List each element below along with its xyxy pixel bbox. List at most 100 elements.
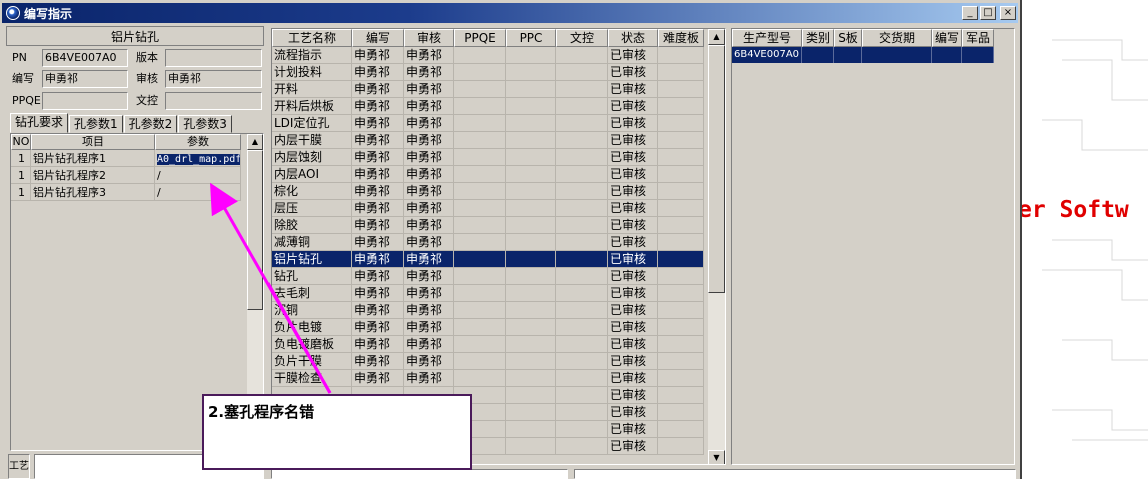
table-row[interactable]: 负片干膜 申勇祁 申勇祁 已审核 [272,353,725,370]
ppqe-field[interactable] [42,92,128,110]
cell-review: 申勇祁 [404,115,454,132]
cell-doc-control [556,47,608,64]
cell-process-name: 开料 [272,81,352,98]
tab-hole-param-2[interactable]: 孔参数2 [123,115,178,133]
table-row[interactable]: 钻孔 申勇祁 申勇祁 已审核 [272,268,725,285]
cell-ppqe [454,353,506,370]
col-military[interactable]: 军品 [962,29,994,47]
cell-process-name: 流程指示 [272,47,352,64]
col-delivery[interactable]: 交货期 [862,29,932,47]
cell-difficulty [658,115,704,132]
col-difficulty[interactable]: 难度板 [658,29,704,47]
scroll-up-button[interactable]: ▲ [247,134,263,150]
table-row[interactable]: 开料 申勇祁 申勇祁 已审核 [272,81,725,98]
scroll-up-button[interactable]: ▲ [708,29,725,45]
table-row[interactable]: 流程指示 申勇祁 申勇祁 已审核 [272,47,725,64]
table-row[interactable]: 1 铝片钻孔程序2 / [11,167,263,184]
cell-author: 申勇祁 [352,115,404,132]
cell-process-name: LDI定位孔 [272,115,352,132]
tab-hole-param-1[interactable]: 孔参数1 [69,115,123,133]
table-row[interactable]: 减薄铜 申勇祁 申勇祁 已审核 [272,234,725,251]
title-bar[interactable]: 编写指示 _ □ × [2,3,1018,23]
table-row[interactable]: 负片电镀 申勇祁 申勇祁 已审核 [272,319,725,336]
cell-doc-control [556,421,608,438]
table-row-selected[interactable]: 铝片钻孔 申勇祁 申勇祁 已审核 [272,251,725,268]
cell-difficulty [658,183,704,200]
cell-ppc [506,64,556,81]
cell-param-selected[interactable]: A0_drl_map.pdf [157,154,240,165]
version-label: 版本 [136,51,158,64]
table-row[interactable]: 内层AOI 申勇祁 申勇祁 已审核 [272,166,725,183]
table-row[interactable]: 开料后烘板 申勇祁 申勇祁 已审核 [272,98,725,115]
col-param[interactable]: 参数 [155,134,241,150]
cell-review: 申勇祁 [404,217,454,234]
doc-control-field[interactable] [165,92,262,110]
col-item[interactable]: 项目 [31,134,155,150]
table-row[interactable]: 干膜检查 申勇祁 申勇祁 已审核 [272,370,725,387]
pn-field[interactable]: 6B4VE007A0 [42,49,128,67]
col-s-board[interactable]: S板 [834,29,862,47]
col-review[interactable]: 审核 [404,29,454,47]
col-model[interactable]: 生产型号 [732,29,802,47]
scroll-thumb[interactable] [247,150,263,310]
col-no[interactable]: NO [11,134,31,150]
cell-param[interactable]: / [155,167,241,184]
table-row[interactable]: 除胶 申勇祁 申勇祁 已审核 [272,217,725,234]
tab-drill-requirements[interactable]: 钻孔要求 [10,113,69,133]
table-row[interactable]: LDI定位孔 申勇祁 申勇祁 已审核 [272,115,725,132]
cell-ppqe [454,132,506,149]
process-grid-scrollbar[interactable]: ▲ ▼ [708,29,725,464]
cell-doc-control [556,336,608,353]
tab-hole-param-3[interactable]: 孔参数3 [178,115,232,133]
table-row[interactable]: 负电镀磨板 申勇祁 申勇祁 已审核 [272,336,725,353]
col-ppqe[interactable]: PPQE [454,29,506,47]
cell-status: 已审核 [608,149,658,166]
col-status[interactable]: 状态 [608,29,658,47]
bottom-input-2[interactable] [574,469,1016,479]
cell-ppc [506,217,556,234]
cell-ppc [506,81,556,98]
col-process-name[interactable]: 工艺名称 [272,29,352,47]
table-row[interactable]: 去毛刺 申勇祁 申勇祁 已审核 [272,285,725,302]
minimize-button[interactable]: _ [962,6,978,20]
cell-difficulty [658,149,704,166]
col-author[interactable]: 编写 [352,29,404,47]
cell-doc-control [556,217,608,234]
cell-ppc [506,302,556,319]
table-row[interactable]: 沉铜 申勇祁 申勇祁 已审核 [272,302,725,319]
table-row[interactable]: 1 铝片钻孔程序3 / [11,184,263,201]
table-row[interactable]: 1 铝片钻孔程序1 A0_drl_map.pdf [11,150,263,167]
cell-no: 1 [11,167,31,184]
cell-ppc [506,115,556,132]
table-row[interactable]: 内层蚀刻 申勇祁 申勇祁 已审核 [272,149,725,166]
version-field[interactable] [165,49,262,67]
cell-ppqe [454,336,506,353]
scroll-thumb[interactable] [708,45,725,293]
cell-status: 已审核 [608,200,658,217]
col-ppc[interactable]: PPC [506,29,556,47]
table-row[interactable]: 6B4VE007A0 [732,47,1014,63]
table-row[interactable]: 内层干膜 申勇祁 申勇祁 已审核 [272,132,725,149]
cell-param[interactable]: / [155,184,241,201]
cell-ppc [506,200,556,217]
table-row[interactable]: 棕化 申勇祁 申勇祁 已审核 [272,183,725,200]
cell-ppc [506,438,556,455]
bottom-input-1[interactable] [271,469,568,479]
table-row[interactable]: 层压 申勇祁 申勇祁 已审核 [272,200,725,217]
review-field[interactable]: 申勇祁 [165,70,262,88]
review-label: 审核 [136,72,158,85]
close-button[interactable]: × [1000,6,1016,20]
cell-status: 已审核 [608,353,658,370]
author-field[interactable]: 申勇祁 [42,70,128,88]
cell-ppc [506,387,556,404]
cell-process-name: 去毛刺 [272,285,352,302]
cell-ppc [506,353,556,370]
grid-header: NO 项目 参数 [11,134,263,150]
maximize-button[interactable]: □ [980,6,996,20]
cell-process-name: 负片干膜 [272,353,352,370]
table-row[interactable]: 计划投料 申勇祁 申勇祁 已审核 [272,64,725,81]
scroll-down-button[interactable]: ▼ [708,450,725,464]
col-doc-control[interactable]: 文控 [556,29,608,47]
col-author[interactable]: 编写 [932,29,962,47]
col-category[interactable]: 类别 [802,29,834,47]
